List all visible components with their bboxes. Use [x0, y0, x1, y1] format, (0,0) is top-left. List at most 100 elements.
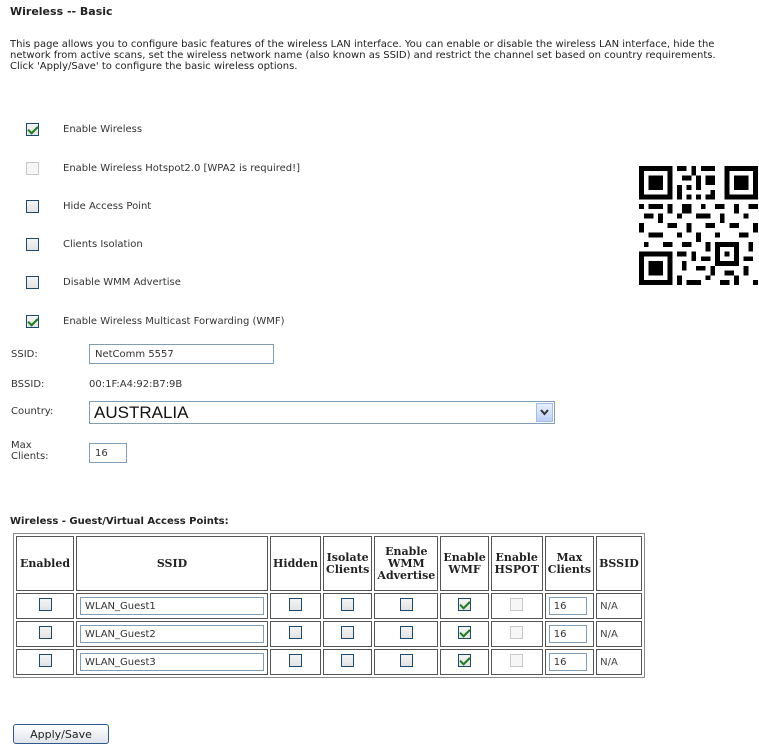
max-clients-label-line2: Clients: [11, 451, 49, 462]
max-clients-label-line1: Max [11, 440, 32, 451]
cell-max-clients [544, 649, 595, 675]
country-selected-value: AUSTRALIA [94, 402, 189, 422]
table-header-row: Enabled SSID Hidden Isolate Clients Enab… [16, 536, 642, 591]
max-clients-input[interactable] [89, 443, 127, 463]
guest-ssid-input[interactable] [80, 653, 264, 671]
header-line: Enable [443, 550, 486, 564]
header-line: Isolate [326, 550, 369, 564]
guest-isolate-checkbox[interactable] [341, 626, 355, 639]
cell-enabled [16, 649, 74, 675]
guest-wmm-checkbox[interactable] [399, 626, 413, 639]
header-line: Max [556, 550, 583, 564]
header-line: HSPOT [494, 562, 539, 576]
disable-wmm-checkbox[interactable] [26, 275, 39, 289]
guest-wmf-checkbox[interactable] [458, 626, 472, 639]
chevron-down-icon[interactable] [536, 403, 553, 422]
cell-enabled [16, 621, 74, 647]
col-enable-wmf: Enable WMF [440, 536, 489, 591]
cell-hidden [270, 649, 321, 675]
option-label: Enable Wireless [63, 123, 143, 135]
country-label: Country: [11, 406, 54, 417]
header-line: Clients [547, 562, 592, 576]
page-description: This page allows you to configure basic … [10, 39, 750, 72]
cell-hspot [490, 649, 543, 675]
col-enable-wmm: Enable WMM Advertise [374, 536, 439, 591]
option-label: Clients Isolation [63, 238, 143, 250]
cell-hspot [490, 593, 543, 619]
cell-wmm [374, 593, 439, 619]
guest-hidden-checkbox[interactable] [288, 654, 302, 667]
guest-max-clients-input[interactable] [548, 597, 587, 615]
cell-ssid [76, 621, 268, 647]
cell-ssid [76, 649, 268, 675]
guest-wmm-checkbox[interactable] [399, 654, 413, 667]
col-enabled: Enabled [16, 536, 74, 591]
cell-bssid: N/A [596, 593, 642, 619]
qr-code-icon [639, 166, 758, 285]
cell-bssid: N/A [596, 621, 642, 647]
guest-hidden-checkbox[interactable] [288, 626, 302, 639]
col-isolate-clients: Isolate Clients [322, 536, 373, 591]
bssid-label: BSSID: [11, 379, 45, 390]
guest-isolate-checkbox[interactable] [341, 654, 355, 667]
guest-section-title: Wireless - Guest/Virtual Access Points: [10, 516, 229, 527]
guest-max-clients-input[interactable] [548, 625, 587, 643]
col-ssid: SSID [76, 536, 268, 591]
cell-hspot [490, 621, 543, 647]
max-clients-label: Max Clients: [11, 440, 49, 462]
enable-wmf-checkbox[interactable] [26, 314, 39, 328]
cell-max-clients [544, 593, 595, 619]
option-label: Disable WMM Advertise [63, 276, 181, 288]
header-line: Advertise [377, 568, 436, 582]
guest-ssid-input[interactable] [80, 597, 264, 615]
header-line: Enable [385, 544, 428, 558]
option-disable-wmm[interactable]: Disable WMM Advertise [26, 274, 181, 290]
table-row: N/A [16, 621, 642, 647]
option-enable-wmf[interactable]: Enable Wireless Multicast Forwarding (WM… [26, 313, 285, 329]
col-hidden: Hidden [270, 536, 321, 591]
enable-wireless-checkbox[interactable] [26, 122, 39, 136]
cell-wmf [440, 593, 489, 619]
option-label: Enable Wireless Multicast Forwarding (WM… [63, 315, 285, 327]
option-clients-isolation[interactable]: Clients Isolation [26, 236, 143, 252]
cell-wmm [374, 621, 439, 647]
country-select[interactable]: AUSTRALIA [89, 401, 555, 424]
guest-hspot-checkbox [510, 654, 524, 667]
option-label: Enable Wireless Hotspot2.0 [WPA2 is requ… [63, 162, 301, 174]
ssid-label: SSID: [11, 349, 38, 360]
cell-max-clients [544, 621, 595, 647]
option-hide-access-point[interactable]: Hide Access Point [26, 198, 151, 214]
apply-save-button[interactable]: Apply/Save [13, 724, 109, 744]
cell-ssid [76, 593, 268, 619]
option-enable-wireless[interactable]: Enable Wireless [26, 121, 142, 137]
guest-max-clients-input[interactable] [548, 653, 587, 671]
guest-enabled-checkbox[interactable] [38, 598, 52, 611]
page-title: Wireless -- Basic [10, 5, 113, 18]
guest-enabled-checkbox[interactable] [38, 626, 52, 639]
cell-isolate [322, 649, 373, 675]
bssid-value: 00:1F:A4:92:B7:9B [89, 379, 183, 390]
col-bssid: BSSID [596, 536, 642, 591]
description-instruction: Click 'Apply/Save' to configure the basi… [10, 61, 298, 72]
ssid-input[interactable] [89, 344, 274, 364]
enable-hotspot-checkbox [26, 161, 39, 175]
description-text: This page allows you to configure basic … [10, 39, 716, 61]
guest-ssid-input[interactable] [80, 625, 264, 643]
option-label: Hide Access Point [63, 200, 152, 212]
guest-hspot-checkbox [510, 598, 524, 611]
col-max-clients: Max Clients [544, 536, 595, 591]
guest-hidden-checkbox[interactable] [288, 598, 302, 611]
clients-isolation-checkbox[interactable] [26, 237, 39, 251]
table-row: N/A [16, 593, 642, 619]
guest-isolate-checkbox[interactable] [341, 598, 355, 611]
guest-wmf-checkbox[interactable] [458, 654, 472, 667]
hide-access-point-checkbox[interactable] [26, 199, 39, 213]
guest-enabled-checkbox[interactable] [38, 654, 52, 667]
guest-wmm-checkbox[interactable] [399, 598, 413, 611]
guest-hspot-checkbox [510, 626, 524, 639]
cell-wmf [440, 621, 489, 647]
table-row: N/A [16, 649, 642, 675]
cell-wmf [440, 649, 489, 675]
guest-wmf-checkbox[interactable] [458, 598, 472, 611]
cell-bssid: N/A [596, 649, 642, 675]
